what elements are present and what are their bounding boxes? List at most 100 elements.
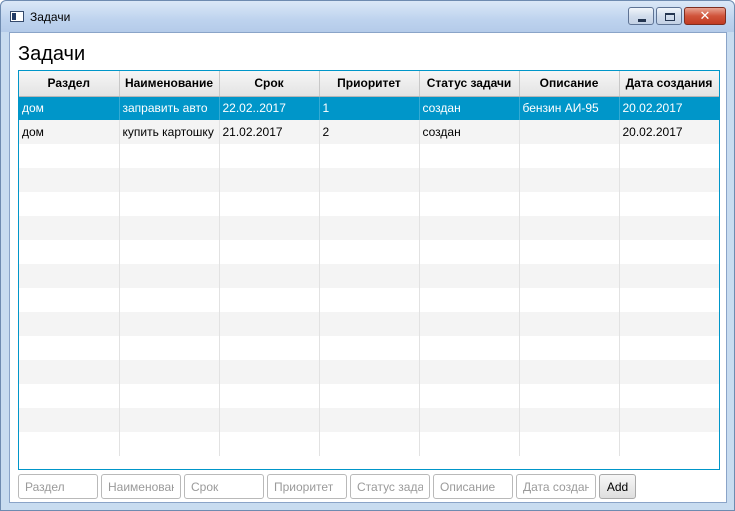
table-cell: купить картошку [119, 120, 220, 144]
empty-cell [519, 432, 620, 456]
empty-cell [419, 216, 520, 240]
empty-cell [19, 360, 120, 384]
empty-cell [619, 336, 719, 360]
due-input[interactable] [184, 474, 264, 499]
empty-cell [619, 408, 719, 432]
empty-cell [619, 360, 719, 384]
table-cell: 21.02.2017 [219, 120, 320, 144]
table-cell: 1 [319, 96, 420, 120]
empty-cell [19, 336, 120, 360]
empty-cell [119, 408, 220, 432]
empty-cell [619, 216, 719, 240]
title-bar[interactable]: Задачи ✕ [1, 1, 734, 32]
column-header-description[interactable]: Описание [519, 71, 620, 97]
status-input[interactable] [350, 474, 430, 499]
column-header-created[interactable]: Дата создания [619, 71, 719, 97]
table-row[interactable]: дом купить картошку 21.02.2017 2 создан 20.02… [19, 120, 719, 144]
empty-cell [19, 312, 120, 336]
maximize-button[interactable] [656, 7, 682, 25]
empty-cell [419, 432, 520, 456]
empty-cell [119, 336, 220, 360]
empty-cell [119, 192, 220, 216]
empty-cell [119, 312, 220, 336]
empty-cell [119, 384, 220, 408]
empty-cell [119, 216, 220, 240]
empty-row [19, 432, 719, 456]
empty-cell [119, 144, 220, 168]
empty-cell [19, 288, 120, 312]
empty-row [19, 360, 719, 384]
empty-cell [319, 240, 420, 264]
empty-cell [419, 192, 520, 216]
empty-cell [219, 288, 320, 312]
empty-cell [19, 432, 120, 456]
empty-cell [219, 144, 320, 168]
empty-cell [319, 360, 420, 384]
name-input[interactable] [101, 474, 181, 499]
empty-cell [119, 288, 220, 312]
empty-cell [219, 264, 320, 288]
window-controls: ✕ [628, 7, 726, 25]
column-header-due[interactable]: Срок [219, 71, 320, 97]
column-header-priority[interactable]: Приоритет [319, 71, 420, 97]
created-date-input[interactable] [516, 474, 596, 499]
column-header-status[interactable]: Статус задачи [419, 71, 520, 97]
empty-row [19, 240, 719, 264]
empty-cell [319, 288, 420, 312]
empty-cell [119, 432, 220, 456]
empty-cell [319, 264, 420, 288]
table-cell: создан [419, 120, 520, 144]
empty-cell [119, 240, 220, 264]
empty-cell [419, 288, 520, 312]
empty-cell [219, 216, 320, 240]
priority-input[interactable] [267, 474, 347, 499]
section-input[interactable] [18, 474, 98, 499]
table-cell: создан [419, 96, 520, 120]
add-button[interactable]: Add [599, 474, 636, 499]
window-title: Задачи [30, 10, 71, 24]
description-input[interactable] [433, 474, 513, 499]
empty-cell [19, 384, 120, 408]
page-title: Задачи [18, 43, 86, 65]
column-header-name[interactable]: Наименование [119, 71, 220, 97]
table-header-row: Раздел Наименование Срок Приоритет Стату… [19, 71, 719, 97]
empty-cell [19, 408, 120, 432]
empty-cell [519, 192, 620, 216]
add-task-form: Add [18, 474, 636, 499]
empty-cell [519, 216, 620, 240]
empty-cell [19, 216, 120, 240]
empty-row [19, 408, 719, 432]
empty-cell [519, 240, 620, 264]
empty-row [19, 264, 719, 288]
empty-cell [619, 192, 719, 216]
empty-cell [319, 216, 420, 240]
tasks-table[interactable]: Раздел Наименование Срок Приоритет Стату… [18, 70, 720, 470]
empty-cell [519, 336, 620, 360]
minimize-button[interactable] [628, 7, 654, 25]
empty-cell [319, 432, 420, 456]
table-cell [519, 120, 620, 144]
empty-cell [519, 384, 620, 408]
table-cell: дом [19, 120, 120, 144]
empty-cell [519, 360, 620, 384]
empty-cell [519, 408, 620, 432]
empty-cell [519, 264, 620, 288]
empty-cell [19, 192, 120, 216]
column-header-section[interactable]: Раздел [19, 71, 120, 97]
empty-cell [319, 168, 420, 192]
app-window: Задачи ✕ Задачи Раздел Наименование Срок… [0, 0, 735, 511]
empty-cell [19, 240, 120, 264]
empty-cell [219, 384, 320, 408]
maximize-icon [665, 13, 675, 21]
empty-cell [419, 408, 520, 432]
empty-cell [119, 264, 220, 288]
table-row[interactable]: дом заправить авто 22.02..2017 1 создан бензи… [19, 96, 719, 120]
empty-cell [319, 384, 420, 408]
window-content: Задачи Раздел Наименование Срок Приорите… [9, 32, 727, 503]
empty-cell [519, 168, 620, 192]
close-button[interactable]: ✕ [684, 7, 726, 25]
empty-row [19, 288, 719, 312]
empty-cell [619, 264, 719, 288]
empty-cell [419, 144, 520, 168]
empty-cell [319, 144, 420, 168]
